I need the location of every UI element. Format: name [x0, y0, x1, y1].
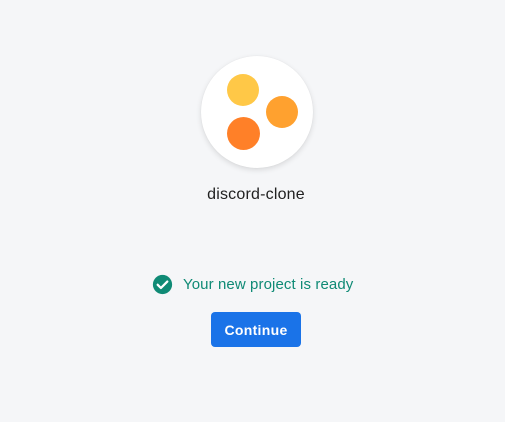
- ready-status: Your new project is ready: [152, 273, 353, 295]
- project-name: discord-clone: [207, 186, 305, 203]
- logo-dot-orange-right: [266, 96, 298, 128]
- check-circle-icon: [152, 274, 173, 295]
- continue-button[interactable]: Continue: [211, 312, 301, 347]
- logo-dot-yellow: [227, 74, 259, 106]
- project-logo: [201, 56, 313, 168]
- logo-dot-orange-left: [227, 117, 260, 150]
- ready-message: Your new project is ready: [183, 275, 354, 293]
